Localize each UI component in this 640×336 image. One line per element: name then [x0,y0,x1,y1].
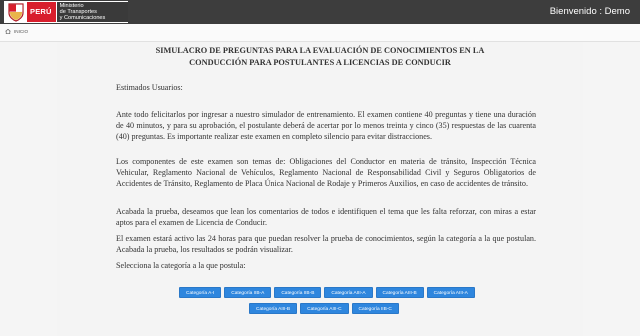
breadcrumb-bar: INICIO [0,24,640,42]
page-title-line-1: SIMULACRO DE PREGUNTAS PARA LA EVALUACIÓ… [155,46,485,55]
category-aiii-c-button[interactable]: Categoría AIII-C [300,303,349,314]
category-iib-b-button[interactable]: Categoría IIB-B [274,287,322,298]
category-aiii-a-button[interactable]: Categoría AIII-A [324,287,373,298]
intro-paragraph: Ante todo felicitarlos por ingresar a nu… [116,110,536,141]
category-aiii-a-button-2[interactable]: Categoría AIII-A [426,287,475,298]
components-paragraph: Los componentes de este examen son temas… [116,157,536,188]
top-header: PERÚ Ministerio de Transportes y Comunic… [0,0,640,24]
greeting: Estimados Usuarios: [116,83,183,92]
breadcrumb: INICIO [5,28,28,35]
availability-paragraph: El examen estará activo las 24 horas par… [116,234,536,254]
welcome-user[interactable]: Bienvenido : Demo [550,0,630,24]
category-aiii-b-button[interactable]: Categoría AIII-B [375,287,424,298]
ministry-name: Ministerio de Transportes y Comunicacion… [56,2,128,22]
ministry-line-3: y Comunicaciones [59,15,106,21]
category-buttons-row-2: Categoría AIII-B Categoría AIII-C Catego… [249,303,399,314]
page-title-line-2: CONDUCCIÓN PARA POSTULANTES A LICENCIAS … [189,58,451,67]
main-content: SIMULACRO DE PREGUNTAS PARA LA EVALUACIÓ… [57,42,583,336]
peru-label: PERÚ [27,2,56,22]
category-buttons-row-1: Categoría A-I Categoría IIB-A Categoría … [179,287,475,298]
ministry-logo[interactable]: PERÚ Ministerio de Transportes y Comunic… [4,1,128,23]
select-category-prompt: Selecciona la categoría a la que postula… [116,261,246,270]
category-a1-button[interactable]: Categoría A-I [179,287,222,298]
breadcrumb-home[interactable]: INICIO [14,29,28,34]
category-iib-c-button[interactable]: Categoría IIB-C [351,303,399,314]
after-test-paragraph: Acabada la prueba, deseamos que lean los… [116,207,536,227]
page-title: SIMULACRO DE PREGUNTAS PARA LA EVALUACIÓ… [57,45,583,69]
peru-shield-icon [7,2,25,22]
home-icon[interactable] [5,28,11,35]
category-iib-a-button[interactable]: Categoría IIB-A [224,287,272,298]
category-aiii-b-button-2[interactable]: Categoría AIII-B [249,303,298,314]
